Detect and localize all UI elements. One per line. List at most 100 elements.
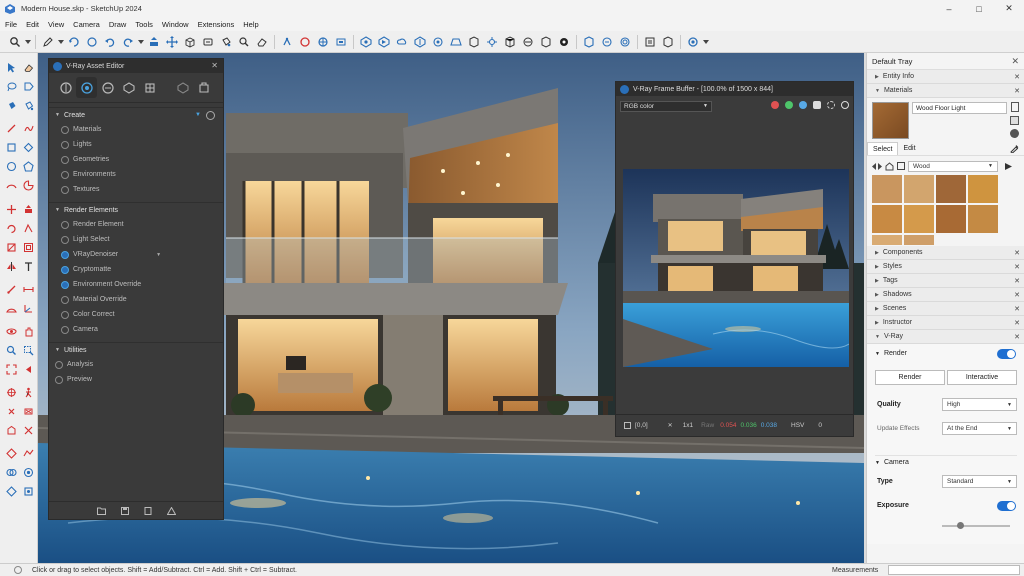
vray-fur-icon[interactable] [555,33,573,51]
close-icon[interactable]: ✕ [211,61,218,70]
library-select[interactable]: Wood ▼ [908,160,998,172]
geometries-category-icon[interactable] [97,77,118,98]
panel-styles[interactable]: ▶ Styles ✕ [867,260,1024,274]
pan-hand-icon[interactable] [20,323,36,339]
sandbox-icon[interactable] [20,445,36,461]
follow-me-icon[interactable] [278,33,296,51]
measurements-input[interactable] [888,565,1020,575]
menu-tools[interactable]: Tools [135,20,153,29]
pencil-icon[interactable] [39,33,57,51]
panel-vray[interactable]: ▼ V-Ray ✕ [867,330,1024,344]
vray-proxy-icon[interactable] [519,33,537,51]
vray-settings-icon[interactable] [684,33,702,51]
panel-materials[interactable]: ▼ Materials ✕ [867,84,1024,98]
swatch-5[interactable] [904,205,934,233]
green-channel-icon[interactable] [785,101,793,109]
zoom-icon[interactable] [3,342,19,358]
home-icon[interactable] [885,161,894,171]
channel-select[interactable]: RGB color ▼ [620,100,712,112]
render-section-header[interactable]: ▼ Render [875,350,907,357]
chevron-down-icon[interactable] [137,33,145,51]
camera-type-select[interactable]: Standard ▼ [942,475,1017,488]
render-button[interactable]: Render [875,370,945,385]
orbit-icon[interactable] [3,323,19,339]
vray-sphere-light-icon[interactable] [429,33,447,51]
blue-channel-icon[interactable] [799,101,807,109]
swatch-9[interactable] [904,235,934,245]
textures-category-icon[interactable] [139,77,160,98]
asset-editor-header[interactable]: V-Ray Asset Editor ✕ [49,59,223,73]
save-icon[interactable] [120,506,129,515]
folder-icon[interactable] [96,507,106,515]
warning-icon[interactable] [166,506,176,515]
vray-ies-light-icon[interactable] [465,33,483,51]
add-asset-icon[interactable] [206,111,215,120]
section-utilities[interactable]: ▼ Utilities [49,342,223,357]
sample-paint-icon[interactable] [1010,129,1019,138]
update-effects-select[interactable]: At the End ▼ [942,422,1017,435]
section-create[interactable]: ▼ Create ▼ [49,107,223,122]
close-icon[interactable]: ✕ [1014,305,1020,313]
vray-clipper-icon[interactable] [537,33,555,51]
eraser-icon[interactable] [20,59,36,75]
close-icon[interactable]: ✕ [1011,56,1019,67]
intersect-icon[interactable] [3,483,19,499]
material-name-field[interactable]: Wood Floor Light [912,102,1007,114]
lights-category-icon[interactable] [76,77,97,98]
start-render-icon[interactable] [841,101,849,109]
panel-scenes[interactable]: ▶ Scenes ✕ [867,302,1024,316]
menu-file[interactable]: File [5,20,17,29]
section-plane-icon[interactable] [20,403,36,419]
trim-icon[interactable] [20,483,36,499]
panel-tags[interactable]: ▶ Tags ✕ [867,274,1024,288]
environments-category-icon[interactable] [118,77,139,98]
maximize-icon[interactable]: □ [964,0,994,17]
frame-buffer-header[interactable]: V-Ray Frame Buffer - [100.0% of 1500 x 8… [616,82,853,96]
move-icon[interactable] [3,201,19,217]
pan-icon[interactable] [314,33,332,51]
section-render-elements[interactable]: ▼ Render Elements [49,202,223,217]
polygon-icon[interactable] [20,158,36,174]
list-item-environment-override[interactable]: Environment Override [49,277,223,292]
menu-draw[interactable]: Draw [109,20,127,29]
dynamic-component-icon[interactable] [3,445,19,461]
menu-view[interactable]: View [48,20,64,29]
close-icon[interactable]: ✕ [1014,333,1020,341]
menu-extensions[interactable]: Extensions [198,20,235,29]
section-plane-icon[interactable] [332,33,350,51]
tape-measure-icon[interactable] [3,281,19,297]
render-elements-category-icon[interactable] [172,77,193,98]
list-item-environments[interactable]: Environments [49,167,223,182]
list-item-textures[interactable]: Textures [49,182,223,197]
list-item-preview[interactable]: Preview [49,372,223,387]
chevron-down-icon[interactable] [57,33,65,51]
menu-edit[interactable]: Edit [26,20,39,29]
swatch-4[interactable] [872,205,902,233]
undo-icon[interactable] [101,33,119,51]
vray-interactive-icon[interactable] [375,33,393,51]
vray-scatter-icon[interactable] [580,33,598,51]
vray-mesh-light-icon[interactable] [501,33,519,51]
swatch-1[interactable] [904,175,934,203]
camera-section-header[interactable]: ▼ Camera [875,455,1017,466]
push-pull-icon[interactable] [145,33,163,51]
axes-icon[interactable] [20,300,36,316]
panel-components[interactable]: ▶ Components ✕ [867,246,1024,260]
list-item-color-correct[interactable]: Color Correct [49,307,223,322]
vray-cloud-icon[interactable] [393,33,411,51]
vray-decal-icon[interactable] [598,33,616,51]
move-icon[interactable] [163,33,181,51]
interactive-button[interactable]: Interactive [947,370,1017,385]
push-pull-icon[interactable] [20,201,36,217]
list-item-vraydenoiser[interactable]: VRayDenoiser ▼ [49,247,223,262]
list-item-camera[interactable]: Camera [49,322,223,337]
protractor-icon[interactable] [3,300,19,316]
position-camera-icon[interactable] [3,384,19,400]
panel-entity-info[interactable]: ▶ Entity Info ✕ [867,70,1024,84]
freehand-icon[interactable] [20,120,36,136]
panel-instructor[interactable]: ▶ Instructor ✕ [867,316,1024,330]
lasso-icon[interactable] [3,78,19,94]
eyedropper-icon[interactable] [1010,144,1019,153]
pie-icon[interactable] [20,177,36,193]
minimize-icon[interactable]: – [934,0,964,17]
